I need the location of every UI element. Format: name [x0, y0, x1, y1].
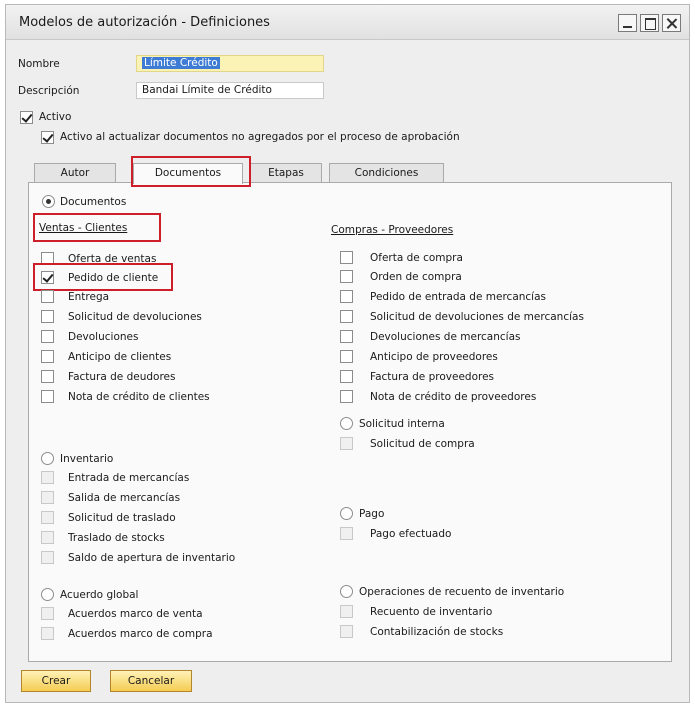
- nota-credito-clientes-label: Nota de crédito de clientes: [68, 391, 210, 403]
- pedido-entrada-label: Pedido de entrada de mercancías: [370, 291, 547, 303]
- devoluciones-label: Devoluciones: [68, 331, 139, 343]
- traslado-stocks-label: Traslado de stocks: [68, 532, 165, 544]
- close-icon[interactable]: [662, 14, 681, 32]
- activo-docs-checkbox[interactable]: [41, 131, 54, 144]
- descripcion-value: Bandai Límite de Crédito: [142, 84, 272, 96]
- pago-label: Pago: [359, 508, 385, 520]
- devoluciones-mercancias-checkbox[interactable]: [340, 330, 353, 343]
- devoluciones-mercancias-label: Devoluciones de mercancías: [370, 331, 521, 343]
- anticipo-proveedores-label: Anticipo de proveedores: [370, 351, 498, 363]
- nombre-value: Límite Crédito: [142, 57, 220, 69]
- tab-etapas[interactable]: Etapas: [250, 163, 322, 183]
- tab-highlight-box: [131, 156, 251, 187]
- crear-button[interactable]: Crear: [21, 670, 91, 692]
- maximize-icon[interactable]: [640, 14, 659, 32]
- saldo-apertura-label: Saldo de apertura de inventario: [68, 552, 236, 564]
- nota-credito-proveedores-checkbox[interactable]: [340, 390, 353, 403]
- pago-efectuado-checkbox[interactable]: [340, 527, 353, 540]
- tab-condiciones[interactable]: Condiciones: [329, 163, 444, 183]
- nombre-label: Nombre: [18, 58, 60, 70]
- documentos-radio-label: Documentos: [60, 196, 127, 208]
- recuento-inventario-label: Recuento de inventario: [370, 606, 493, 618]
- nota-credito-clientes-checkbox[interactable]: [41, 390, 54, 403]
- authorization-window: Modelos de autorización - Definiciones N…: [5, 4, 690, 703]
- nombre-field[interactable]: Límite Crédito: [136, 55, 324, 72]
- inventario-radio[interactable]: [41, 452, 54, 465]
- traslado-stocks-checkbox[interactable]: [41, 531, 54, 544]
- nota-credito-proveedores-label: Nota de crédito de proveedores: [370, 391, 537, 403]
- factura-proveedores-label: Factura de proveedores: [370, 371, 495, 383]
- anticipo-clientes-checkbox[interactable]: [41, 350, 54, 363]
- activo-label: Activo: [39, 111, 72, 123]
- pedido-highlight-box: [33, 263, 173, 291]
- solicitud-devoluciones-checkbox[interactable]: [41, 310, 54, 323]
- salida-mercancias-label: Salida de mercancías: [68, 492, 181, 504]
- cancelar-button[interactable]: Cancelar: [110, 670, 192, 692]
- tab-etapas-label: Etapas: [268, 167, 304, 179]
- pago-radio[interactable]: [340, 507, 353, 520]
- orden-compra-checkbox[interactable]: [340, 270, 353, 283]
- tab-autor[interactable]: Autor: [34, 163, 116, 183]
- salida-mercancias-checkbox[interactable]: [41, 491, 54, 504]
- devoluciones-checkbox[interactable]: [41, 330, 54, 343]
- activo-checkbox[interactable]: [20, 111, 33, 124]
- contabilizacion-stocks-label: Contabilización de stocks: [370, 626, 504, 638]
- acuerdos-compra-checkbox[interactable]: [41, 627, 54, 640]
- oferta-compra-label: Oferta de compra: [370, 252, 463, 264]
- pago-efectuado-label: Pago efectuado: [370, 528, 452, 540]
- documentos-radio[interactable]: [42, 195, 55, 208]
- solicitud-compra-checkbox[interactable]: [340, 437, 353, 450]
- descripcion-label: Descripción: [18, 85, 80, 97]
- solicitud-traslado-checkbox[interactable]: [41, 511, 54, 524]
- activo-docs-label: Activo al actualizar documentos no agreg…: [60, 131, 460, 143]
- entrega-label: Entrega: [68, 291, 110, 303]
- inventario-label: Inventario: [60, 453, 114, 465]
- tab-condiciones-label: Condiciones: [354, 167, 419, 179]
- recuento-radio[interactable]: [340, 585, 353, 598]
- window-title: Modelos de autorización - Definiciones: [19, 15, 270, 30]
- solicitud-interna-radio[interactable]: [340, 417, 353, 430]
- anticipo-proveedores-checkbox[interactable]: [340, 350, 353, 363]
- ventas-highlight-box: [33, 213, 161, 242]
- entrega-checkbox[interactable]: [41, 290, 54, 303]
- entrada-mercancias-checkbox[interactable]: [41, 471, 54, 484]
- factura-deudores-label: Factura de deudores: [68, 371, 176, 383]
- orden-compra-label: Orden de compra: [370, 271, 462, 283]
- factura-proveedores-checkbox[interactable]: [340, 370, 353, 383]
- anticipo-clientes-label: Anticipo de clientes: [68, 351, 172, 363]
- solicitud-compra-label: Solicitud de compra: [370, 438, 475, 450]
- descripcion-field[interactable]: Bandai Límite de Crédito: [136, 82, 324, 99]
- solicitud-devoluciones-mercancias-checkbox[interactable]: [340, 310, 353, 323]
- solicitud-devoluciones-label: Solicitud de devoluciones: [68, 311, 202, 323]
- solicitud-devoluciones-mercancias-label: Solicitud de devoluciones de mercancías: [370, 311, 584, 323]
- saldo-apertura-checkbox[interactable]: [41, 551, 54, 564]
- title-bar[interactable]: Modelos de autorización - Definiciones: [6, 5, 689, 40]
- solicitud-interna-label: Solicitud interna: [359, 418, 445, 430]
- recuento-label: Operaciones de recuento de inventario: [359, 586, 565, 598]
- factura-deudores-checkbox[interactable]: [41, 370, 54, 383]
- acuerdos-venta-checkbox[interactable]: [41, 607, 54, 620]
- tab-autor-label: Autor: [60, 167, 90, 179]
- recuento-inventario-checkbox[interactable]: [340, 605, 353, 618]
- contabilizacion-stocks-checkbox[interactable]: [340, 625, 353, 638]
- minimize-icon[interactable]: [618, 14, 637, 32]
- acuerdos-compra-label: Acuerdos marco de compra: [68, 628, 213, 640]
- solicitud-traslado-label: Solicitud de traslado: [68, 512, 176, 524]
- compras-heading: Compras - Proveedores: [331, 224, 454, 236]
- acuerdos-venta-label: Acuerdos marco de venta: [68, 608, 203, 620]
- entrada-mercancias-label: Entrada de mercancías: [68, 472, 190, 484]
- oferta-compra-checkbox[interactable]: [340, 251, 353, 264]
- acuerdo-global-radio[interactable]: [41, 588, 54, 601]
- acuerdo-global-label: Acuerdo global: [60, 589, 139, 601]
- pedido-entrada-checkbox[interactable]: [340, 290, 353, 303]
